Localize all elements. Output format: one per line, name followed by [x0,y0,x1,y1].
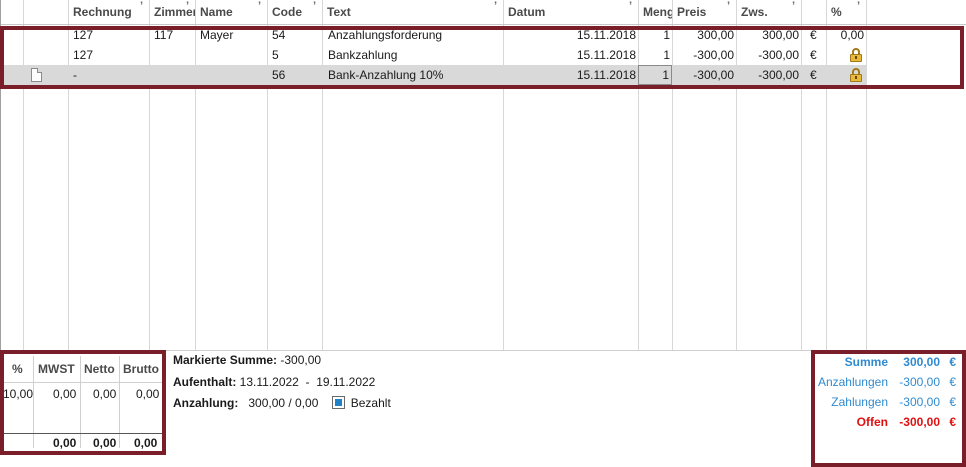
column-header-datum[interactable]: Datum’ [503,0,638,24]
lock-icon [850,48,862,62]
open-label: Offen [856,415,888,429]
stay-from: 13.11.2022 [239,375,299,389]
tax-cell-netto: 0,00 [93,387,117,401]
cell-rechnung: 127 [73,48,94,62]
cell-rechnung: 127 [73,28,94,42]
open-value: -300,00 [899,415,940,429]
sum-currency: € [949,355,956,369]
cell-menge-focused[interactable]: 1 [638,65,672,85]
cell-currency: € [810,48,817,62]
totals-panel: Summe 300,00 € Anzahlungen -300,00 € Zah… [811,350,966,467]
cell-zws: -300,00 [758,48,799,62]
tax-total-netto: 0,00 [93,436,117,450]
tax-summary-table: % MWST Netto Brutto 10,00 0,00 0,00 0,00… [0,352,166,454]
cell-code: 5 [272,48,279,62]
cell-code: 56 [272,68,286,82]
column-header-rechnung[interactable]: Rechnung’ [68,0,149,24]
tax-total-brutto: 0,00 [134,436,158,450]
payments-currency: € [949,395,956,409]
tax-cell-brutto: 0,00 [136,387,160,401]
document-icon [31,68,42,82]
cell-datum: 15.11.2018 [576,28,636,42]
sum-label: Summe [844,355,888,369]
cell-currency: € [810,68,817,82]
table-row[interactable]: 127 117 Mayer 54 Anzahlungsforderung 15.… [1,25,867,45]
cell-preis: -300,00 [693,68,734,82]
cell-preis: -300,00 [693,48,734,62]
marked-sum-value: -300,00 [280,353,322,367]
tax-header-brutto: Brutto [123,362,159,376]
column-header-menge[interactable]: Menge [638,0,672,24]
cell-currency: € [810,28,817,42]
sum-value: 300,00 [903,355,940,369]
payments-value: -300,00 [899,395,940,409]
lock-icon [850,68,862,82]
deposit-line: Anzahlung: 300,00 / 0,00 Bezahlt [173,396,391,410]
tax-cell-percent: 10,00 [3,387,34,401]
tax-header-netto: Netto [84,362,115,376]
table-row[interactable]: 127 5 Bankzahlung 15.11.2018 1 -300,00 -… [1,45,867,65]
paid-label: Bezahlt [350,396,391,410]
cell-menge: 1 [663,28,670,42]
deposits-label: Anzahlungen [817,375,888,389]
cell-datum: 15.11.2018 [576,48,636,62]
cell-preis: 300,00 [697,28,734,42]
stay-label: Aufenthalt: [173,375,237,389]
paid-checkbox[interactable] [331,396,345,409]
column-header-zimmer[interactable]: Zimmer’ [149,0,195,24]
deposits-value: -300,00 [899,375,940,389]
tax-header-mwst: MWST [38,362,75,376]
deposit-value: 300,00 / 0,00 [248,396,319,410]
cell-text: Bank-Anzahlung 10% [328,68,444,82]
cell-percent: 0,00 [840,28,864,42]
column-header-zws[interactable]: Zws.’ [736,0,801,24]
marked-sum-label: Markierte Summe: [173,353,278,367]
column-header-code[interactable]: Code’ [267,0,322,24]
tax-cell-mwst: 0,00 [53,387,77,401]
table-row-selected[interactable]: - 56 Bank-Anzahlung 10% 15.11.2018 1 -30… [1,65,867,85]
cell-code: 54 [272,28,286,42]
cell-text: Bankzahlung [328,48,398,62]
column-header-preis[interactable]: Preis’ [672,0,736,24]
cell-zws: 300,00 [762,28,799,42]
payments-label: Zahlungen [831,395,888,409]
cell-zws: -300,00 [758,68,799,82]
cell-datum: 15.11.2018 [576,68,636,82]
booking-grid: Rechnung’ Zimmer’ Name’ Code’ Text’ Datu… [0,0,966,350]
column-header-percent[interactable]: %’ [826,0,866,24]
tax-total-mwst: 0,00 [53,436,77,450]
cell-menge: 1 [663,48,670,62]
column-header-name[interactable]: Name’ [195,0,267,24]
deposit-label: Anzahlung: [173,396,239,410]
open-currency: € [949,415,956,429]
marked-sum-line: Markierte Summe: -300,00 [173,353,321,367]
column-header-text[interactable]: Text’ [322,0,503,24]
deposits-currency: € [949,375,956,389]
stay-line: Aufenthalt: 13.11.2022 - 19.11.2022 [173,375,375,389]
cell-rechnung: - [73,68,77,82]
stay-to: 19.11.2022 [316,375,376,389]
cell-zimmer: 117 [154,28,174,42]
cell-text: Anzahlungsforderung [328,28,443,42]
stay-separator: - [305,375,310,389]
tax-header-percent: % [12,362,23,376]
cell-name: Mayer [200,28,234,42]
